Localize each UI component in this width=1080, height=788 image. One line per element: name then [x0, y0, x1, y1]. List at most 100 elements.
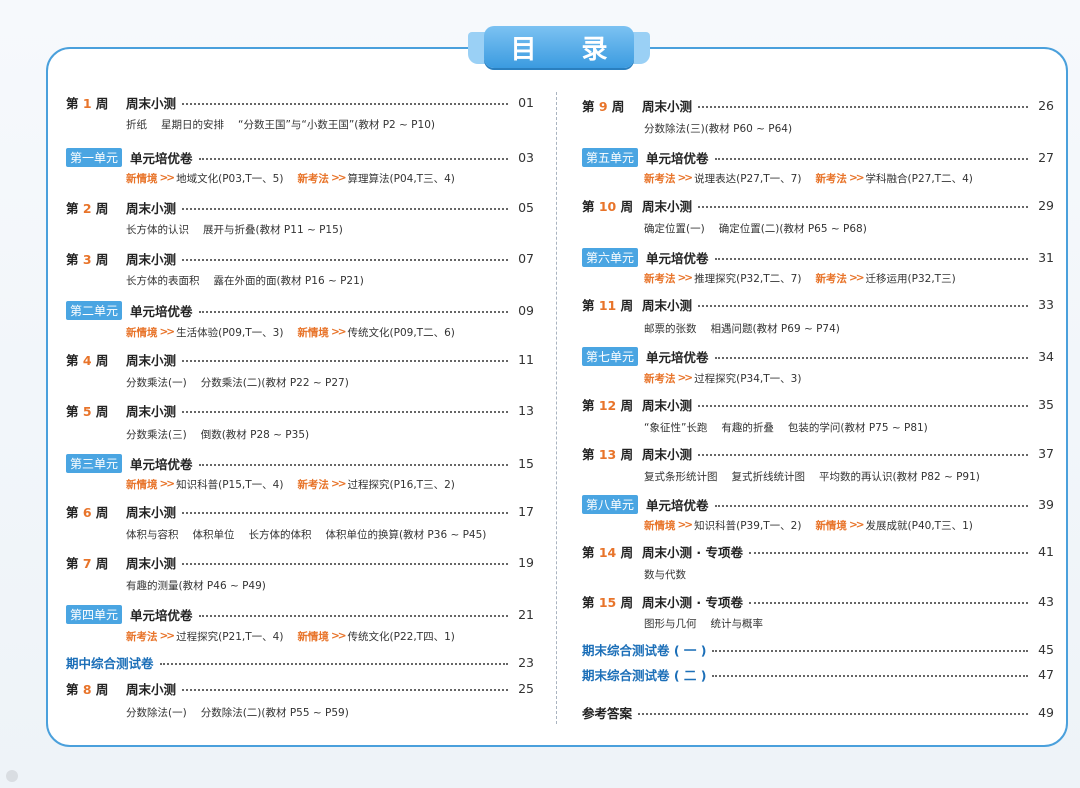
exam-title: 期末综合测试卷 ( 一 ) — [582, 642, 707, 658]
arrow-icon: >> — [848, 272, 865, 284]
feature-text: 过程探究(P34,T一、3) — [694, 372, 802, 385]
toc-entry[interactable]: 第 3 周 周末小测 07 — [66, 248, 534, 268]
page-number: 33 — [1038, 296, 1054, 312]
topic-item: 长方体的表面积 — [126, 274, 200, 287]
toc-entry[interactable]: 第八单元 单元培优卷 39 — [582, 494, 1054, 514]
topic-item: 数与代数 — [644, 568, 686, 581]
topic-item: 复式折线统计图 — [731, 470, 806, 483]
title-banner: 目 录 — [468, 26, 650, 70]
topic-item: 分数乘法(一) — [126, 376, 187, 389]
arrow-icon: >> — [677, 519, 694, 531]
topic-item: “分数王国”与“小数王国”(教材 P2 ~ P10) — [238, 118, 435, 131]
entry-title: 单元培优卷 — [646, 150, 709, 166]
feature-text: 传统文化(P22,T四、1) — [347, 630, 455, 643]
toc-entry[interactable]: 第五单元 单元培优卷 27 — [582, 147, 1054, 167]
topic-line: 长方体的认识 展开与折叠(教材 P11 ~ P15) — [126, 221, 343, 237]
feature-text: 知识科普(P39,T一、2) — [694, 519, 802, 532]
topic-item: 分数除法(二)(教材 P55 ~ P59) — [200, 706, 349, 719]
week-label: 第 1 周 — [66, 95, 109, 111]
topic-line: 有趣的测量(教材 P46 ~ P49) — [126, 577, 266, 593]
toc-entry[interactable]: 第 1 周 周末小测 01 — [66, 92, 534, 112]
page-corner-mark — [6, 770, 18, 782]
entry-title: 单元培优卷 — [130, 150, 193, 166]
page-number: 43 — [1038, 593, 1054, 609]
topic-item: 露在外面的面(教材 P16 ~ P21) — [213, 274, 364, 287]
toc-entry[interactable]: 第 13 周周末小测 37 — [582, 443, 1054, 463]
feature-line: 新情境 >> 知识科普(P15,T一、4) 新考法 >> 过程探究(P16,T三、2) — [126, 476, 455, 492]
dot-leader — [182, 512, 508, 514]
feature-tag: 新考法 — [297, 172, 329, 185]
banner-right-ear — [632, 32, 650, 64]
topic-line: 复式条形统计图 复式折线统计图 平均数的再认识(教材 P82 ~ P91) — [644, 468, 980, 484]
topic-line: 分数除法(一) 分数除法(二)(教材 P55 ~ P59) — [126, 704, 349, 720]
toc-entry[interactable]: 期末综合测试卷 ( 二 ) 47 — [582, 664, 1054, 684]
entry-title: 周末小测 — [126, 95, 177, 111]
toc-entry[interactable]: 第 4 周 周末小测 11 — [66, 349, 534, 369]
toc-entry[interactable]: 第 7 周 周末小测 19 — [66, 552, 534, 572]
week-number: 11 — [598, 297, 617, 313]
toc-entry[interactable]: 第 2 周 周末小测 05 — [66, 197, 534, 217]
topic-item: 分数乘法(二)(教材 P22 ~ P27) — [200, 376, 349, 389]
toc-entry[interactable]: 第 15 周周末小测 · 专项卷 43 — [582, 591, 1054, 611]
week-number: 9 — [598, 98, 608, 114]
unit-badge: 第八单元 — [582, 494, 639, 514]
entry-title: 单元培优卷 — [646, 250, 709, 266]
toc-entry[interactable]: 第七单元 单元培优卷 34 — [582, 346, 1054, 366]
toc-entry[interactable]: 第 8 周 周末小测 25 — [66, 678, 534, 698]
feature-tag: 新考法 — [815, 272, 847, 285]
feature-tag: 新考法 — [126, 630, 158, 643]
feature-text: 学科融合(P27,T二、4) — [865, 172, 973, 185]
dot-leader — [714, 357, 1028, 359]
toc-entry[interactable]: 第二单元 单元培优卷 09 — [66, 300, 534, 320]
toc-entry[interactable]: 第 14 周周末小测 · 专项卷 41 — [582, 541, 1054, 561]
arrow-icon: >> — [159, 326, 176, 338]
toc-entry[interactable]: 第 10 周周末小测 29 — [582, 195, 1054, 215]
feature-line: 新情境 >> 知识科普(P39,T一、2) 新情境 >> 发展成就(P40,T三、1) — [644, 517, 973, 533]
week-number: 10 — [598, 198, 617, 214]
topic-line: 图形与几何 统计与概率 — [644, 615, 763, 631]
arrow-icon: >> — [330, 478, 347, 490]
page-number: 17 — [518, 503, 534, 519]
toc-entry[interactable]: 参考答案 49 — [582, 702, 1054, 722]
toc-entry[interactable]: 第 9 周 周末小测 26 — [582, 95, 1054, 115]
entry-title: 周末小测 — [126, 504, 177, 520]
toc-entry[interactable]: 第 6 周 周末小测 17 — [66, 501, 534, 521]
toc-entry[interactable]: 第四单元 单元培优卷 21 — [66, 604, 534, 624]
dot-leader — [698, 405, 1028, 407]
toc-entry[interactable]: 第 12 周周末小测 35 — [582, 394, 1054, 414]
toc-entry[interactable]: 第 5 周 周末小测 13 — [66, 400, 534, 420]
week-label: 第 15 周 — [582, 594, 634, 610]
topic-item: 倒数(教材 P28 ~ P35) — [200, 428, 310, 441]
entry-title: 周末小测 — [126, 555, 177, 571]
week-number: 3 — [82, 251, 92, 267]
exam-title: 期末综合测试卷 ( 二 ) — [582, 667, 707, 683]
topic-line: 体积与容积 体积单位 长方体的体积 体积单位的换算(教材 P36 ~ P45) — [126, 526, 486, 542]
unit-badge: 第五单元 — [582, 147, 639, 167]
arrow-icon: >> — [159, 478, 176, 490]
dot-leader — [182, 563, 508, 565]
entry-title: 周末小测 · 专项卷 — [642, 544, 743, 560]
page-title: 目 录 — [510, 34, 626, 65]
feature-line: 新考法 >> 说理表达(P27,T一、7) 新考法 >> 学科融合(P27,T二、4) — [644, 170, 973, 186]
toc-entry[interactable]: 期末综合测试卷 ( 一 ) 45 — [582, 639, 1054, 659]
feature-tag: 新情境 — [126, 478, 158, 491]
toc-entry[interactable]: 期中综合测试卷 23 — [66, 652, 534, 672]
toc-entry[interactable]: 第一单元 单元培优卷 03 — [66, 147, 534, 167]
entry-title: 周末小测 — [642, 198, 693, 214]
exam-title: 期中综合测试卷 — [66, 655, 154, 671]
page-number: 31 — [1038, 249, 1054, 265]
feature-tag: 新考法 — [297, 478, 329, 491]
topic-item: 图形与几何 — [644, 617, 697, 630]
toc-entry[interactable]: 第 11 周周末小测 33 — [582, 294, 1054, 314]
topic-line: 折纸 星期日的安排 “分数王国”与“小数王国”(教材 P2 ~ P10) — [126, 116, 435, 132]
page-number: 27 — [1038, 149, 1054, 165]
page-number: 23 — [518, 654, 534, 670]
entry-title: 周末小测 — [126, 251, 177, 267]
toc-entry[interactable]: 第三单元 单元培优卷 15 — [66, 453, 534, 473]
title-tab: 目 录 — [484, 26, 634, 68]
dot-leader — [182, 411, 508, 413]
toc-entry[interactable]: 第六单元 单元培优卷 31 — [582, 247, 1054, 267]
feature-text: 地域文化(P03,T一、5) — [176, 172, 284, 185]
page-number: 11 — [518, 351, 534, 367]
feature-tag: 新情境 — [297, 326, 329, 339]
